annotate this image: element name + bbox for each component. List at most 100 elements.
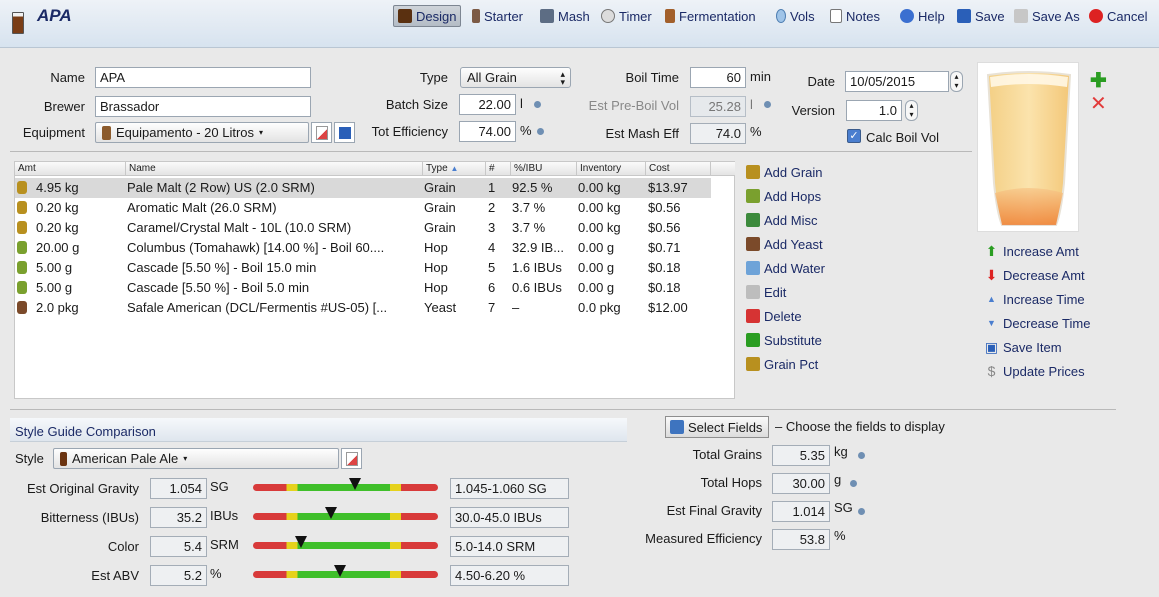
tot-efficiency-input[interactable]: 74.00 bbox=[459, 121, 516, 142]
timer-button[interactable]: Timer bbox=[601, 5, 652, 27]
mash-eff-unit: % bbox=[750, 124, 762, 139]
col-header-inventory[interactable]: Inventory bbox=[577, 162, 646, 176]
cell-name: Pale Malt (2 Row) US (2.0 SRM) bbox=[127, 180, 315, 195]
cell-amt: 0.20 kg bbox=[36, 200, 79, 215]
action-add-yeast[interactable]: Add Yeast bbox=[746, 234, 823, 254]
save-button[interactable]: Save bbox=[957, 5, 1005, 27]
action-delete[interactable]: Delete bbox=[746, 306, 802, 326]
action-decrease-time[interactable]: ▼ Decrease Time bbox=[984, 313, 1090, 333]
name-input[interactable]: APA bbox=[95, 67, 311, 88]
notes-label: Notes bbox=[846, 8, 880, 24]
col-header-type[interactable]: Type ▲ bbox=[423, 162, 486, 176]
cell-type: Grain bbox=[424, 180, 456, 195]
puzzle-icon bbox=[670, 420, 684, 434]
select-fields-button[interactable]: Select Fields bbox=[665, 416, 769, 438]
save-as-button[interactable]: Save As bbox=[1014, 5, 1080, 27]
mash-button[interactable]: Mash bbox=[540, 5, 590, 27]
add-misc-icon bbox=[746, 213, 760, 227]
ingredient-row[interactable]: 4.95 kg Pale Malt (2 Row) US (2.0 SRM) Gra… bbox=[15, 178, 711, 198]
cell-amt: 20.00 g bbox=[36, 240, 80, 255]
fermentation-button[interactable]: Fermentation bbox=[665, 5, 756, 27]
help-button[interactable]: Help bbox=[900, 5, 945, 27]
edit-style-button[interactable] bbox=[341, 448, 362, 469]
field-row-value: 30.00 bbox=[772, 473, 830, 494]
style-row-range: 30.0-45.0 IBUs bbox=[450, 507, 569, 528]
version-stepper[interactable]: ▴ ▾ bbox=[905, 100, 918, 121]
equipment-combo[interactable]: Equipamento - 20 Litros ▾ bbox=[95, 122, 309, 143]
cell-pct: 92.5 % bbox=[512, 180, 553, 195]
cell-type: Hop bbox=[424, 240, 448, 255]
add-recipe-plus-icon[interactable]: ✚ bbox=[1090, 68, 1107, 93]
ingredient-row[interactable]: 0.20 kg Aromatic Malt (26.0 SRM) Grain 2 3.7… bbox=[15, 198, 711, 218]
design-label: Design bbox=[416, 8, 457, 24]
hop-icon bbox=[17, 261, 27, 274]
col-header-num[interactable]: # bbox=[486, 162, 511, 176]
vols-label: Vols bbox=[790, 8, 815, 24]
ingredient-row[interactable]: 0.20 kg Caramel/Crystal Malt - 10L (10.0 … bbox=[15, 218, 711, 238]
action-add-grain[interactable]: Add Grain bbox=[746, 162, 823, 182]
col-header-spacer bbox=[711, 162, 735, 176]
action-update-prices[interactable]: $ Update Prices bbox=[984, 361, 1085, 381]
grain-pct-icon bbox=[746, 357, 760, 371]
version-input[interactable]: 1.0 bbox=[846, 100, 902, 121]
action-substitute[interactable]: Substitute bbox=[746, 330, 822, 350]
calc-boil-vol-checkbox[interactable]: ✓ bbox=[847, 129, 861, 143]
sort-asc-icon: ▲ bbox=[450, 164, 459, 173]
date-stepper[interactable]: ▴ ▾ bbox=[950, 71, 963, 92]
delete-recipe-x-icon[interactable]: ✕ bbox=[1090, 91, 1107, 116]
action-increase-time[interactable]: ▲ Increase Time bbox=[984, 289, 1085, 309]
hop-icon bbox=[17, 241, 27, 254]
type-combo[interactable]: All Grain ▴ ▾ bbox=[460, 67, 571, 88]
col-header-name[interactable]: Name bbox=[126, 162, 423, 176]
style-range-bar bbox=[253, 536, 438, 549]
style-value: American Pale Ale bbox=[72, 451, 179, 466]
action-grain-pct[interactable]: Grain Pct bbox=[746, 354, 818, 374]
action-save-item[interactable]: ▣ Save Item bbox=[984, 337, 1062, 357]
action-label: Substitute bbox=[764, 332, 822, 348]
field-row-label: Total Grains bbox=[692, 447, 762, 462]
action-edit[interactable]: Edit bbox=[746, 282, 786, 302]
beer-glass-icon bbox=[986, 71, 1072, 226]
style-row-label: Color bbox=[107, 539, 139, 554]
ingredient-row[interactable]: 20.00 g Columbus (Tomahawk) [14.00 %] - B… bbox=[15, 238, 711, 258]
field-row-label: Est Final Gravity bbox=[666, 503, 762, 518]
action-label: Add Misc bbox=[764, 212, 818, 228]
cell-pct: 3.7 % bbox=[512, 200, 546, 215]
action-increase-amt[interactable]: ⬆ Increase Amt bbox=[984, 241, 1079, 261]
batch-size-label: Batch Size bbox=[385, 97, 448, 112]
starter-button[interactable]: Starter bbox=[472, 5, 523, 27]
vols-button[interactable]: Vols bbox=[776, 5, 815, 27]
boil-time-unit: min bbox=[750, 69, 771, 84]
design-button[interactable]: Design bbox=[393, 5, 462, 27]
col-header-pct[interactable]: %/IBU bbox=[511, 162, 577, 176]
ingredient-row[interactable]: 5.00 g Cascade [5.50 %] - Boil 5.0 min Hop… bbox=[15, 278, 711, 298]
style-row-unit: IBUs bbox=[210, 508, 239, 523]
style-range-bar bbox=[253, 478, 438, 491]
floppy-disk-icon bbox=[957, 9, 971, 23]
col-header-amt[interactable]: Amt bbox=[15, 162, 126, 176]
action-add-misc[interactable]: Add Misc bbox=[746, 210, 817, 230]
beer-glass-icon bbox=[12, 12, 24, 34]
action-add-water[interactable]: Add Water bbox=[746, 258, 825, 278]
ingredients-table[interactable]: Amt Name Type ▲ # %/IBU Inventory Cost 4… bbox=[14, 161, 735, 399]
ingredient-row[interactable]: 5.00 g Cascade [5.50 %] - Boil 15.0 min Ho… bbox=[15, 258, 711, 278]
field-row-value: 53.8 bbox=[772, 529, 830, 550]
style-combo[interactable]: American Pale Ale ▾ bbox=[53, 448, 339, 469]
col-header-cost[interactable]: Cost bbox=[646, 162, 711, 176]
style-row-value: 5.2 bbox=[150, 565, 207, 586]
cell-inv: 0.00 g bbox=[578, 260, 615, 275]
pre-boil-vol-unit: l bbox=[750, 97, 753, 112]
date-input[interactable]: 10/05/2015 bbox=[845, 71, 949, 92]
cancel-button[interactable]: Cancel bbox=[1089, 5, 1147, 27]
ingredient-row[interactable]: 2.0 pkg Safale American (DCL/Fermentis #U… bbox=[15, 298, 711, 318]
edit-equipment-button[interactable] bbox=[311, 122, 332, 143]
action-add-hops[interactable]: Add Hops bbox=[746, 186, 821, 206]
batch-size-input[interactable]: 22.00 bbox=[459, 94, 516, 115]
select-fields-label: Select Fields bbox=[688, 419, 763, 435]
action-decrease-amt[interactable]: ⬇ Decrease Amt bbox=[984, 265, 1085, 285]
brewer-label: Brewer bbox=[43, 99, 85, 114]
boil-time-input[interactable]: 60 bbox=[690, 67, 746, 88]
notes-button[interactable]: Notes bbox=[830, 5, 880, 27]
cell-cost: $13.97 bbox=[648, 180, 688, 195]
brewer-input[interactable]: Brassador bbox=[95, 96, 311, 117]
